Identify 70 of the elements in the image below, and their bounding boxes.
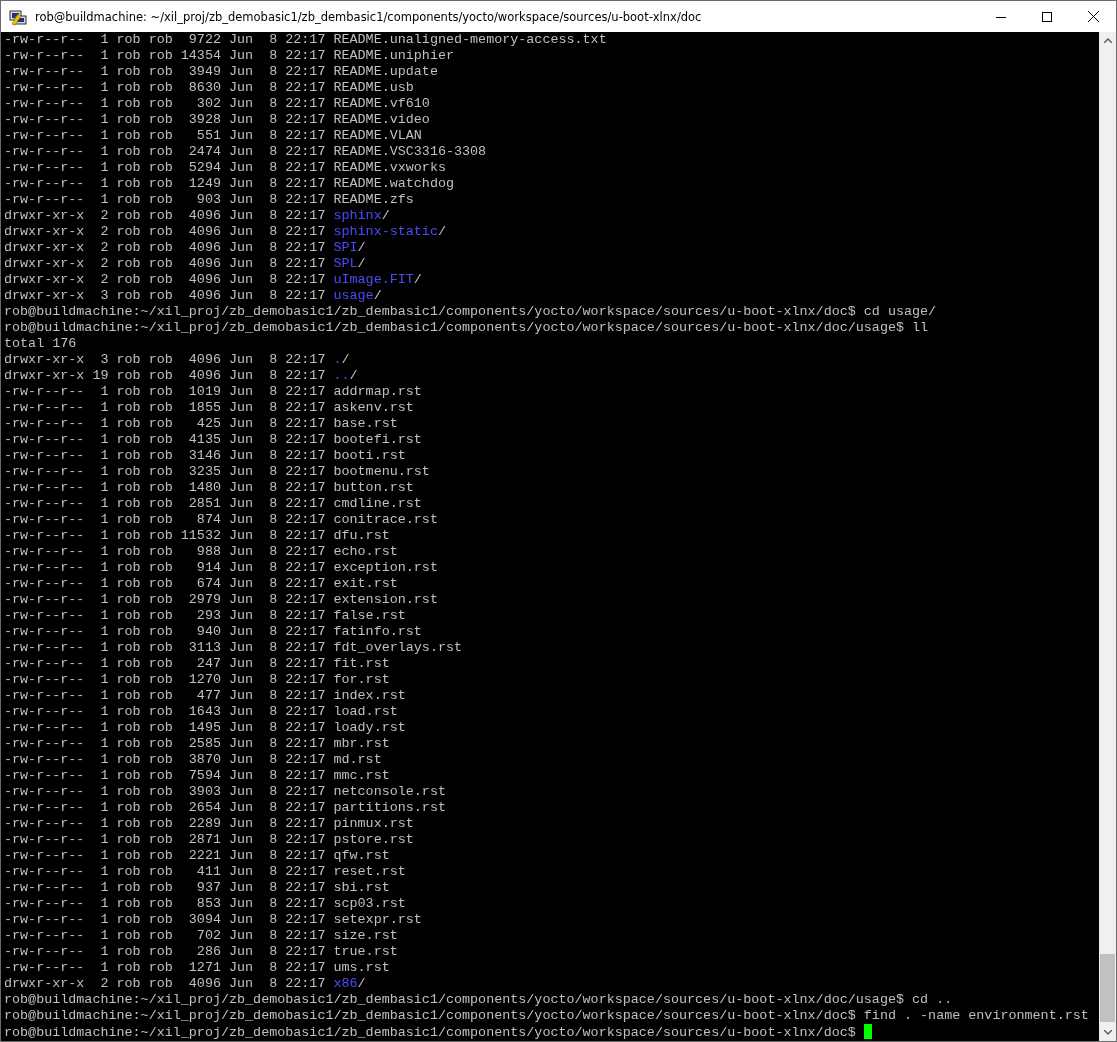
output-line: total 176	[4, 336, 77, 352]
listing-line: -rw-r--r-- 1 rob rob 1019 Jun 8 22:17 addrmap.rst	[4, 384, 422, 400]
listing-line: -rw-r--r-- 1 rob rob 2289 Jun 8 22:17 pinmux.rst	[4, 816, 414, 832]
listing-line: -rw-r--r-- 1 rob rob 2221 Jun 8 22:17 qfw.rst	[4, 848, 390, 864]
listing-line: -rw-r--r-- 1 rob rob 988 Jun 8 22:17 echo.rst	[4, 544, 398, 560]
listing-line: -rw-r--r-- 1 rob rob 3928 Jun 8 22:17 README.video	[4, 112, 430, 128]
close-icon	[1087, 11, 1099, 22]
window-title: rob@buildmachine: ~/xil_proj/zb_demobasic1/zb_dembasic1/components/yocto/workspace/sources/u-boot-xlnx/doc	[35, 9, 703, 24]
listing-line: -rw-r--r-- 1 rob rob 8630 Jun 8 22:17 README.usb	[4, 80, 414, 96]
listing-line: -rw-r--r-- 1 rob rob 940 Jun 8 22:17 fatinfo.rst	[4, 624, 422, 640]
listing-line: drwxr-xr-x 2 rob rob 4096 Jun 8 22:17 x86/	[4, 976, 366, 992]
listing-line: -rw-r--r-- 1 rob rob 1270 Jun 8 22:17 for.rst	[4, 672, 390, 688]
listing-line: -rw-r--r-- 1 rob rob 3146 Jun 8 22:17 booti.rst	[4, 448, 406, 464]
prompt-line: rob@buildmachine:~/xil_proj/zb_demobasic1/zb_dembasic1/components/yocto/workspace/sources/u-boot-xlnx/doc$ cd usage/	[4, 304, 937, 320]
listing-line: -rw-r--r-- 1 rob rob 286 Jun 8 22:17 true.rst	[4, 944, 398, 960]
listing-line: -rw-r--r-- 1 rob rob 2871 Jun 8 22:17 pstore.rst	[4, 832, 414, 848]
chevron-up-icon	[1103, 38, 1112, 43]
listing-line: -rw-r--r-- 1 rob rob 874 Jun 8 22:17 conitrace.rst	[4, 512, 438, 528]
listing-line: drwxr-xr-x 2 rob rob 4096 Jun 8 22:17 SPI/	[4, 240, 366, 256]
listing-line: -rw-r--r-- 1 rob rob 937 Jun 8 22:17 sbi.rst	[4, 880, 390, 896]
listing-line: -rw-r--r-- 1 rob rob 2979 Jun 8 22:17 extension.rst	[4, 592, 438, 608]
listing-line: -rw-r--r-- 1 rob rob 2851 Jun 8 22:17 cmdline.rst	[4, 496, 422, 512]
listing-line: -rw-r--r-- 1 rob rob 14354 Jun 8 22:17 README.uniphier	[4, 48, 454, 64]
listing-line: drwxr-xr-x 3 rob rob 4096 Jun 8 22:17 usage/	[4, 288, 382, 304]
prompt-line: rob@buildmachine:~/xil_proj/zb_demobasic1/zb_dembasic1/components/yocto/workspace/sources/u-boot-xlnx/doc/usage$ ll	[4, 320, 929, 336]
listing-line: -rw-r--r-- 1 rob rob 2585 Jun 8 22:17 mbr.rst	[4, 736, 390, 752]
prompt-line: rob@buildmachine:~/xil_proj/zb_demobasic1/zb_dembasic1/components/yocto/workspace/sources/u-boot-xlnx/doc$ find . -name environment.rst	[4, 1008, 1089, 1024]
listing-line: -rw-r--r-- 1 rob rob 1495 Jun 8 22:17 loady.rst	[4, 720, 406, 736]
listing-line: -rw-r--r-- 1 rob rob 853 Jun 8 22:17 scp03.rst	[4, 896, 406, 912]
listing-line: -rw-r--r-- 1 rob rob 1249 Jun 8 22:17 README.watchdog	[4, 176, 454, 192]
listing-line: -rw-r--r-- 1 rob rob 1855 Jun 8 22:17 askenv.rst	[4, 400, 414, 416]
maximize-icon	[1042, 11, 1052, 22]
listing-line: -rw-r--r-- 1 rob rob 551 Jun 8 22:17 README.VLAN	[4, 128, 422, 144]
listing-line: drwxr-xr-x 2 rob rob 4096 Jun 8 22:17 uImage.FIT/	[4, 272, 422, 288]
listing-line: -rw-r--r-- 1 rob rob 247 Jun 8 22:17 fit.rst	[4, 656, 390, 672]
listing-line: -rw-r--r-- 1 rob rob 674 Jun 8 22:17 exit.rst	[4, 576, 398, 592]
terminal-app-icon	[9, 7, 27, 26]
listing-line: -rw-r--r-- 1 rob rob 3949 Jun 8 22:17 README.update	[4, 64, 438, 80]
listing-line: -rw-r--r-- 1 rob rob 2654 Jun 8 22:17 partitions.rst	[4, 800, 446, 816]
listing-line: -rw-r--r-- 1 rob rob 2474 Jun 8 22:17 README.VSC3316-3308	[4, 144, 487, 160]
listing-line: -rw-r--r-- 1 rob rob 302 Jun 8 22:17 README.vf610	[4, 96, 430, 112]
listing-line: -rw-r--r-- 1 rob rob 11532 Jun 8 22:17 dfu.rst	[4, 528, 390, 544]
listing-line: drwxr-xr-x 2 rob rob 4096 Jun 8 22:17 sphinx-static/	[4, 224, 446, 240]
listing-line: -rw-r--r-- 1 rob rob 293 Jun 8 22:17 false.rst	[4, 608, 406, 624]
listing-line: -rw-r--r-- 1 rob rob 5294 Jun 8 22:17 README.vxworks	[4, 160, 446, 176]
listing-line: -rw-r--r-- 1 rob rob 914 Jun 8 22:17 exception.rst	[4, 560, 438, 576]
listing-line: -rw-r--r-- 1 rob rob 3113 Jun 8 22:17 fdt_overlays.rst	[4, 640, 463, 656]
listing-line: -rw-r--r-- 1 rob rob 702 Jun 8 22:17 size.rst	[4, 928, 398, 944]
listing-line: -rw-r--r-- 1 rob rob 1643 Jun 8 22:17 load.rst	[4, 704, 398, 720]
prompt-line: rob@buildmachine:~/xil_proj/zb_demobasic1/zb_dembasic1/components/yocto/workspace/sources/u-boot-xlnx/doc/usage$ cd ..	[4, 992, 953, 1008]
listing-line: -rw-r--r-- 1 rob rob 4135 Jun 8 22:17 bootefi.rst	[4, 432, 422, 448]
chevron-down-icon	[1103, 1030, 1112, 1035]
listing-line: -rw-r--r-- 1 rob rob 903 Jun 8 22:17 README.zfs	[4, 192, 414, 208]
listing-line: drwxr-xr-x 3 rob rob 4096 Jun 8 22:17 ./	[4, 352, 350, 368]
listing-line: -rw-r--r-- 1 rob rob 3903 Jun 8 22:17 netconsole.rst	[4, 784, 446, 800]
listing-line: -rw-r--r-- 1 rob rob 7594 Jun 8 22:17 mmc.rst	[4, 768, 390, 784]
listing-line: -rw-r--r-- 1 rob rob 411 Jun 8 22:17 reset.rst	[4, 864, 406, 880]
listing-line: -rw-r--r-- 1 rob rob 1271 Jun 8 22:17 ums.rst	[4, 960, 390, 976]
listing-line: drwxr-xr-x 2 rob rob 4096 Jun 8 22:17 sphinx/	[4, 208, 390, 224]
listing-line: drwxr-xr-x 2 rob rob 4096 Jun 8 22:17 SPL/	[4, 256, 366, 272]
scrollbar-thumb[interactable]	[1100, 954, 1115, 1022]
listing-line: -rw-r--r-- 1 rob rob 9722 Jun 8 22:17 README.unaligned-memory-access.txt	[4, 32, 607, 48]
listing-line: -rw-r--r-- 1 rob rob 3870 Jun 8 22:17 md.rst	[4, 752, 382, 768]
listing-line: -rw-r--r-- 1 rob rob 425 Jun 8 22:17 base.rst	[4, 416, 398, 432]
listing-line: -rw-r--r-- 1 rob rob 3094 Jun 8 22:17 setexpr.rst	[4, 912, 422, 928]
prompt-line: rob@buildmachine:~/xil_proj/zb_demobasic1/zb_dembasic1/components/yocto/workspace/sources/u-boot-xlnx/doc$	[4, 1024, 872, 1040]
listing-line: -rw-r--r-- 1 rob rob 1480 Jun 8 22:17 button.rst	[4, 480, 414, 496]
listing-line: drwxr-xr-x 19 rob rob 4096 Jun 8 22:17 ../	[4, 368, 358, 384]
listing-line: -rw-r--r-- 1 rob rob 3235 Jun 8 22:17 bootmenu.rst	[4, 464, 430, 480]
listing-line: -rw-r--r-- 1 rob rob 477 Jun 8 22:17 index.rst	[4, 688, 406, 704]
